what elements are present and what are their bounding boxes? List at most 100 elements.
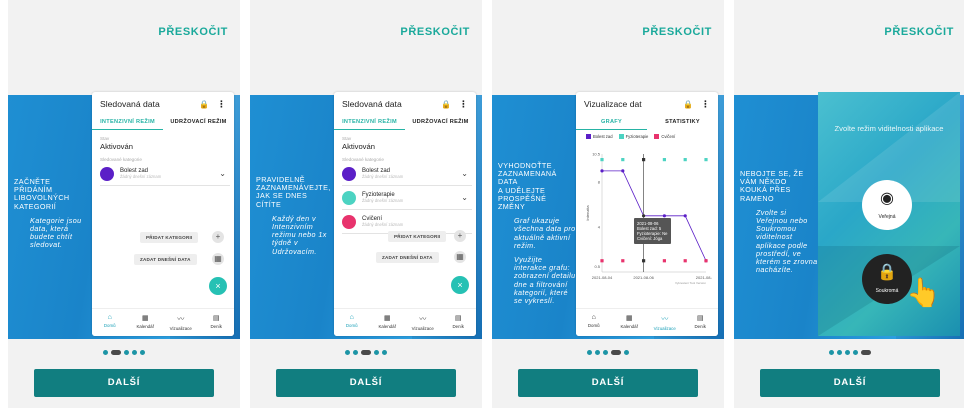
- home-icon: ⌂: [107, 314, 112, 321]
- caption-body: Zvolte si Veřejnou nebo Soukromou vidite…: [756, 207, 818, 275]
- trend-icon: 〰: [419, 316, 427, 323]
- onboarding-caption: PRAVIDELNĚ ZAZNAMENÁVEJTE, JAK SE DNES C…: [256, 175, 334, 256]
- lock-icon[interactable]: 🔒: [441, 100, 451, 109]
- lock-icon[interactable]: 🔒: [683, 100, 693, 109]
- caption-body: Kategorie jsou data, která budete chtít …: [30, 215, 82, 250]
- nav-calendar[interactable]: ▦ Kalendář: [612, 309, 648, 336]
- tab-maintain[interactable]: UDRŽOVACÍ REŽIM: [405, 116, 476, 130]
- headline-line: ZMĚNY: [498, 202, 526, 212]
- add-entry-button[interactable]: ZADAT DNEŠNÍ DATA: [376, 252, 439, 263]
- chevron-down-icon[interactable]: ⌄: [461, 169, 468, 178]
- nav-visualization[interactable]: 〰 Vizualizace: [647, 309, 683, 336]
- data-point: [642, 158, 646, 162]
- category-sub: Žádný dnešní záznam: [120, 174, 162, 179]
- x-tick-label: 2021-08-09: [696, 275, 712, 280]
- public-mode-button[interactable]: ◉ Veřejná: [862, 180, 912, 230]
- more-icon[interactable]: ⋮: [459, 99, 468, 110]
- category-item[interactable]: Bolest zad Žádný dnešní záznam ⌄: [342, 162, 472, 186]
- home-icon: ⌂: [349, 314, 354, 321]
- data-point: [621, 259, 625, 263]
- data-point: [621, 169, 625, 173]
- y-tick-label: 4: [598, 225, 601, 230]
- add-category-button[interactable]: PŘIDAT KATEGORII: [388, 231, 447, 242]
- nav-home[interactable]: ⌂ Domů: [334, 309, 370, 336]
- category-color-dot: [342, 190, 356, 205]
- nav-visualization[interactable]: 〰 Vizualizace: [405, 309, 441, 336]
- state-label: Stav: [100, 136, 110, 141]
- private-mode-button[interactable]: 🔒 Soukromá: [862, 254, 912, 304]
- skip-button[interactable]: PŘESKOČIT: [158, 26, 228, 38]
- category-item[interactable]: Bolest zad Žádný dnešní záznam ⌄: [100, 162, 230, 186]
- book-icon: ▤: [212, 315, 220, 322]
- add-entry-button[interactable]: ZADAT DNEŠNÍ DATA: [134, 254, 197, 265]
- home-icon: ⌂: [591, 314, 596, 321]
- nav-diary[interactable]: ▤ Deník: [441, 309, 477, 336]
- headline-line: KATEGORIÍ: [14, 201, 57, 211]
- tab-graphs[interactable]: GRAFY: [576, 116, 647, 130]
- chart-legend[interactable]: Bolest zad Fyzioterapie Cvičení: [586, 134, 675, 140]
- x-tick-label: 2021-08-04: [592, 275, 613, 280]
- plus-icon[interactable]: +: [454, 230, 466, 242]
- book-icon: ▤: [454, 315, 462, 322]
- tab-maintain[interactable]: UDRŽOVACÍ REŽIM: [163, 116, 234, 130]
- calendar-icon: ▦: [625, 315, 633, 322]
- skip-button[interactable]: PŘESKOČIT: [884, 26, 954, 38]
- data-point: [704, 158, 708, 162]
- app-title: Sledovaná data: [100, 99, 160, 109]
- chevron-down-icon[interactable]: ⌄: [219, 169, 226, 178]
- next-button[interactable]: DALŠÍ: [518, 369, 698, 397]
- state-value: Aktivován: [100, 142, 133, 151]
- category-item[interactable]: Fyzioterapie Žádný dnešní záznam ⌄: [342, 186, 472, 210]
- nav-diary[interactable]: ▤ Deník: [683, 309, 719, 336]
- skip-button[interactable]: PŘESKOČIT: [642, 26, 712, 38]
- lock-icon[interactable]: 🔒: [199, 100, 209, 109]
- calendar-icon: ▦: [141, 315, 149, 322]
- app-title: Vizualizace dat: [584, 99, 642, 109]
- chevron-down-icon[interactable]: ⌄: [461, 193, 468, 202]
- tab-intense[interactable]: INTENZIVNÍ REŽIM: [334, 116, 405, 130]
- add-category-button[interactable]: PŘIDAT KATEGORII: [140, 232, 199, 243]
- phone-mockup: Sledovaná data 🔒 ⋮ INTENZIVNÍ REŽIM UDRŽOVA…: [334, 92, 476, 336]
- state-value: Aktivován: [342, 142, 375, 151]
- page-indicator: [8, 350, 240, 355]
- legend-item: Fyzioterapie: [618, 134, 648, 140]
- data-point: [621, 158, 625, 162]
- nav-visualization[interactable]: 〰 Vizualizace: [163, 309, 199, 336]
- nav-diary[interactable]: ▤ Deník: [199, 309, 235, 336]
- skip-button[interactable]: PŘESKOČIT: [400, 26, 470, 38]
- data-point: [662, 158, 666, 162]
- next-button[interactable]: DALŠÍ: [760, 369, 940, 397]
- plus-icon[interactable]: +: [212, 231, 224, 243]
- data-point: [683, 158, 687, 162]
- close-fab-button[interactable]: ×: [209, 277, 227, 295]
- nav-home[interactable]: ⌂ Domů: [576, 309, 612, 336]
- onboarding-caption: ZAČNĚTE PŘIDÁNÍM LIBOVOLNÝCH KATEGORIÍ K…: [14, 177, 92, 250]
- data-point: [662, 259, 666, 263]
- phone-mockup: Sledovaná data 🔒 ⋮ INTENZIVNÍ REŽIM UDRŽOVA…: [92, 92, 234, 336]
- y-tick-label: 8: [598, 180, 601, 185]
- category-color-dot: [342, 166, 356, 181]
- next-button[interactable]: DALŠÍ: [276, 369, 456, 397]
- y-tick-label: 10.5: [592, 152, 601, 157]
- onboarding-panel-1: PŘESKOČIT ZAČNĚTE PŘIDÁNÍM LIBOVOLNÝCH K…: [8, 0, 240, 408]
- calendar-add-icon[interactable]: ▦: [212, 253, 224, 265]
- caption-body-2: Využijte interakce grafu: zobrazení deta…: [514, 255, 576, 306]
- x-tick-label: 2021-08-06: [633, 275, 654, 280]
- close-fab-button[interactable]: ×: [451, 276, 469, 294]
- app-title: Sledovaná data: [342, 99, 402, 109]
- tooltip-line: Cvičení: Jóga: [637, 236, 663, 241]
- tab-intense[interactable]: INTENZIVNÍ REŽIM: [92, 116, 163, 130]
- y-tick-label: 0.5: [594, 264, 600, 269]
- nav-calendar[interactable]: ▦ Kalendář: [370, 309, 406, 336]
- more-icon[interactable]: ⋮: [217, 99, 226, 110]
- data-point: [600, 259, 604, 263]
- tab-stats[interactable]: STATISTIKY: [647, 116, 718, 130]
- next-button[interactable]: DALŠÍ: [34, 369, 214, 397]
- chart-footnote: Vykreslení Tool Version: [675, 281, 706, 285]
- nav-home[interactable]: ⌂ Domů: [92, 309, 128, 336]
- more-icon[interactable]: ⋮: [701, 99, 710, 110]
- calendar-add-icon[interactable]: ▦: [454, 251, 466, 263]
- category-color-dot: [342, 214, 356, 229]
- nav-calendar[interactable]: ▦ Kalendář: [128, 309, 164, 336]
- category-sub: Žádný dnešní záznam: [362, 222, 404, 227]
